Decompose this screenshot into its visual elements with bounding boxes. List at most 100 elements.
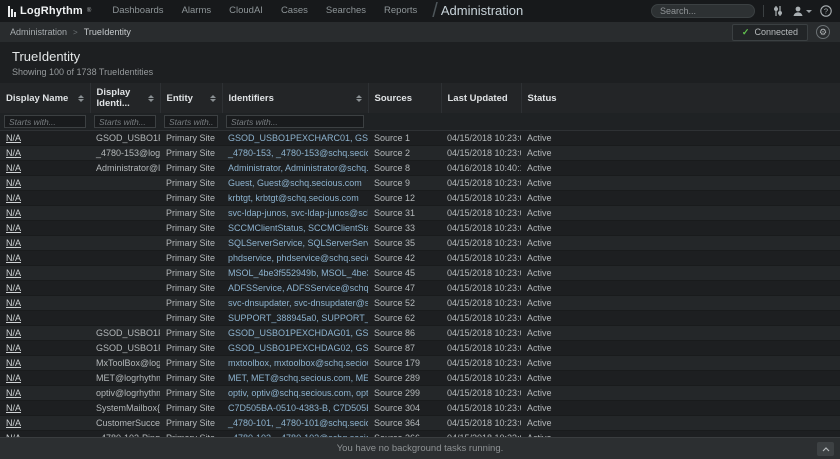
cell-last-updated: 04/15/2018 10:23:03 pm	[441, 236, 521, 251]
cell-display-identifier: MET@logrhythm....	[90, 371, 160, 386]
cell-last-updated: 04/15/2018 10:23:03 pm	[441, 206, 521, 221]
column-header-entity[interactable]: Entity	[160, 83, 222, 113]
column-header-identifiers[interactable]: Identifiers	[222, 83, 368, 113]
cell-identifiers: Guest, Guest@schq.secious.com	[222, 176, 368, 191]
column-header-sources[interactable]: Sources	[368, 83, 441, 113]
cell-last-updated: 04/15/2018 10:23:03 pm	[441, 416, 521, 431]
display-name-link[interactable]: N/A	[6, 133, 21, 143]
display-name-link[interactable]: N/A	[6, 328, 21, 338]
user-menu-icon[interactable]	[792, 5, 812, 17]
table-row[interactable]: N/A SystemMailbox{C... Primary Site C7D5…	[0, 401, 840, 416]
display-name-link[interactable]: N/A	[6, 388, 21, 398]
table-row[interactable]: N/A MxToolBox@logr... Primary Site mxtoo…	[0, 356, 840, 371]
cell-entity: Primary Site	[160, 296, 222, 311]
nav-item-cloudai[interactable]: CloudAI	[220, 0, 272, 22]
table-row[interactable]: N/A GSOD_USBO1PEX... Primary Site GSOD_U…	[0, 341, 840, 356]
cell-source: Source 179	[368, 356, 441, 371]
cell-last-updated: 04/15/2018 10:23:03 pm	[441, 356, 521, 371]
display-name-link[interactable]: N/A	[6, 403, 21, 413]
display-name-link[interactable]: N/A	[6, 358, 21, 368]
table-row[interactable]: N/A Primary Site SUPPORT_388945a0, SUPPO…	[0, 311, 840, 326]
table-row[interactable]: N/A Primary Site phdservice, phdservice@…	[0, 251, 840, 266]
cell-entity: Primary Site	[160, 236, 222, 251]
settings-gear-icon[interactable]: ⚙	[816, 25, 830, 39]
table-row[interactable]: N/A GSOD_USBO1PEX... Primary Site GSOD_U…	[0, 131, 840, 146]
display-name-link[interactable]: N/A	[6, 193, 21, 203]
nav-slash-divider: /	[432, 1, 438, 21]
cell-display-name: N/A	[0, 281, 90, 296]
display-name-link[interactable]: N/A	[6, 283, 21, 293]
chevron-down-icon	[806, 10, 812, 13]
sliders-icon[interactable]	[772, 5, 784, 17]
column-header-display-name[interactable]: Display Name	[0, 83, 90, 113]
logrhythm-logo[interactable]: LogRhythm ®	[8, 5, 91, 17]
nav-item-dashboards[interactable]: Dashboards	[103, 0, 172, 22]
nav-item-searches[interactable]: Searches	[317, 0, 375, 22]
cell-display-identifier: MxToolBox@logr...	[90, 356, 160, 371]
filter-identifiers-input[interactable]	[226, 115, 364, 128]
table-row[interactable]: N/A CustomerSuccess... Primary Site _478…	[0, 416, 840, 431]
expand-tasks-panel-icon[interactable]	[817, 442, 834, 456]
search-input[interactable]	[651, 4, 755, 18]
display-name-link[interactable]: N/A	[6, 418, 21, 428]
cell-identifiers: svc-dnsupdater, svc-dnsupdater@schq.seci…	[222, 296, 368, 311]
display-name-link[interactable]: N/A	[6, 313, 21, 323]
column-header-display-identifier[interactable]: Display Identi...	[90, 83, 160, 113]
nav-item-administration-active[interactable]: Administration	[441, 0, 523, 22]
cell-display-identifier	[90, 176, 160, 191]
cell-status: Active	[521, 161, 840, 176]
nav-item-alarms[interactable]: Alarms	[173, 0, 221, 22]
cell-entity: Primary Site	[160, 206, 222, 221]
display-name-link[interactable]: N/A	[6, 238, 21, 248]
filter-display-identifier-input[interactable]	[94, 115, 156, 128]
table-row[interactable]: N/A Administrator@lo... Primary Site Adm…	[0, 161, 840, 176]
display-name-link[interactable]: N/A	[6, 208, 21, 218]
table-row[interactable]: N/A Primary Site svc-ldap-junos, svc-lda…	[0, 206, 840, 221]
table-row[interactable]: N/A _4780-153@logrh... Primary Site _478…	[0, 146, 840, 161]
display-name-link[interactable]: N/A	[6, 298, 21, 308]
cell-last-updated: 04/15/2018 10:23:03 pm	[441, 191, 521, 206]
cell-last-updated: 04/15/2018 10:23:03 pm	[441, 176, 521, 191]
cell-display-name: N/A	[0, 191, 90, 206]
cell-display-name: N/A	[0, 161, 90, 176]
table-row[interactable]: N/A GSOD_USBO1PEX... Primary Site GSOD_U…	[0, 326, 840, 341]
display-name-link[interactable]: N/A	[6, 373, 21, 383]
column-header-status[interactable]: Status	[521, 83, 840, 113]
cell-display-name: N/A	[0, 296, 90, 311]
table-row[interactable]: N/A Primary Site SCCMClientStatus, SCCMC…	[0, 221, 840, 236]
nav-item-cases[interactable]: Cases	[272, 0, 317, 22]
breadcrumb-parent[interactable]: Administration	[10, 27, 67, 37]
cell-last-updated: 04/15/2018 10:23:03 pm	[441, 386, 521, 401]
display-name-link[interactable]: N/A	[6, 148, 21, 158]
cell-status: Active	[521, 386, 840, 401]
display-name-link[interactable]: N/A	[6, 223, 21, 233]
filter-display-name-input[interactable]	[4, 115, 86, 128]
cell-identifiers: SUPPORT_388945a0, SUPPORT_388945a0...	[222, 311, 368, 326]
display-name-link[interactable]: N/A	[6, 268, 21, 278]
connected-status-button[interactable]: ✓ Connected	[732, 24, 808, 41]
display-name-link[interactable]: N/A	[6, 163, 21, 173]
display-name-link[interactable]: N/A	[6, 253, 21, 263]
table-row[interactable]: N/A MET@logrhythm.... Primary Site MET, …	[0, 371, 840, 386]
cell-identifiers: ADFSService, ADFSService@schq.secious.co…	[222, 281, 368, 296]
cell-status: Active	[521, 281, 840, 296]
table-row[interactable]: N/A Primary Site Guest, Guest@schq.secio…	[0, 176, 840, 191]
table-row[interactable]: N/A Primary Site SQLServerService, SQLSe…	[0, 236, 840, 251]
table-row[interactable]: N/A Primary Site krbtgt, krbtgt@schq.sec…	[0, 191, 840, 206]
cell-display-identifier: SystemMailbox{C...	[90, 401, 160, 416]
display-name-link[interactable]: N/A	[6, 343, 21, 353]
cell-display-identifier	[90, 191, 160, 206]
nav-item-reports[interactable]: Reports	[375, 0, 426, 22]
table-row[interactable]: N/A optiv@logrhythm... Primary Site opti…	[0, 386, 840, 401]
filter-entity-input[interactable]	[164, 115, 218, 128]
table-row[interactable]: N/A Primary Site ADFSService, ADFSServic…	[0, 281, 840, 296]
trueidentity-table: Display Name Display Identi... Entity Id…	[0, 83, 840, 437]
cell-status: Active	[521, 191, 840, 206]
table-row[interactable]: N/A Primary Site MSOL_4be3f552949b, MSOL…	[0, 266, 840, 281]
cell-entity: Primary Site	[160, 161, 222, 176]
table-row[interactable]: N/A Primary Site svc-dnsupdater, svc-dns…	[0, 296, 840, 311]
display-name-link[interactable]: N/A	[6, 178, 21, 188]
table-body: N/A GSOD_USBO1PEX... Primary Site GSOD_U…	[0, 131, 840, 438]
help-icon[interactable]: ?	[820, 5, 832, 17]
column-header-last-updated[interactable]: Last Updated	[441, 83, 521, 113]
